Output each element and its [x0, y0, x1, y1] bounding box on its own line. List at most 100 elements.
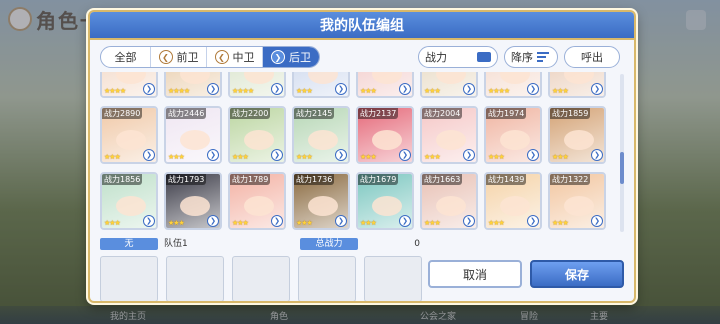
star-rating: ★★★ [296, 219, 313, 227]
tab-middle[interactable]: ❮ 中卫 [207, 47, 263, 67]
sort-dropdown[interactable]: 战力 [418, 46, 498, 68]
character-power: 战力1859 [550, 108, 591, 119]
position-back-icon: ❯ [271, 83, 283, 95]
team-edit-dialog: 我的队伍编组 全部 ❮ 前卫 ❮ 中卫 ❯ 后卫 战力 降序 呼出 ★★★★ ❯… [88, 10, 636, 303]
character-card[interactable]: 战力2137 ★★★ ❯ [356, 106, 414, 164]
grid-scrollbar[interactable] [620, 74, 624, 232]
star-rating: ★★★ [360, 87, 377, 95]
team-slot[interactable] [364, 256, 422, 301]
position-back-icon: ❯ [463, 149, 475, 161]
position-back-icon: ❯ [399, 83, 411, 95]
character-power: 战力1736 [294, 174, 335, 185]
position-front-icon: ❮ [158, 50, 173, 64]
star-rating: ★★★★ [232, 87, 254, 95]
star-rating: ★★★ [296, 153, 313, 161]
total-power-value: 0 [414, 239, 420, 249]
star-rating: ★★★ [424, 87, 441, 95]
character-power: 战力1789 [230, 174, 271, 185]
character-grid: ★★★★ ❯ ★★★★ ❯ ★★★★ ❯ ★★★ ❯ ★★★ ❯ ★★★ ❯ ★★★★ ❯ ★★★ ❯ 战力28… [100, 72, 606, 230]
total-power-label: 总战力 [300, 238, 358, 250]
character-power: 战力2890 [102, 108, 143, 119]
position-back-icon: ❯ [399, 149, 411, 161]
star-rating: ★★★ [168, 219, 185, 227]
team-slot[interactable] [232, 256, 290, 301]
character-card[interactable]: 战力2890 ★★★ ❯ [100, 106, 158, 164]
character-card[interactable]: 战力2145 ★★★ ❯ [292, 106, 350, 164]
star-rating: ★★★ [424, 153, 441, 161]
cancel-button[interactable]: 取消 [428, 260, 522, 288]
character-power: 战力2137 [358, 108, 399, 119]
position-back-icon: ❯ [591, 149, 603, 161]
sort-order-icon [537, 52, 549, 62]
star-rating: ★★★ [424, 219, 441, 227]
character-power: 战力2145 [294, 108, 335, 119]
character-card[interactable]: ★★★★ ❯ [484, 72, 542, 98]
character-card[interactable]: 战力1736 ★★★ ❯ [292, 172, 350, 230]
star-rating: ★★★ [360, 219, 377, 227]
character-card[interactable]: ★★★★ ❯ [164, 72, 222, 98]
character-card[interactable]: 战力1859 ★★★ ❯ [548, 106, 606, 164]
star-rating: ★★★ [552, 219, 569, 227]
character-card[interactable]: ★★★ ❯ [292, 72, 350, 98]
position-back-icon: ❯ [463, 83, 475, 95]
character-card[interactable]: 战力2200 ★★★ ❯ [228, 106, 286, 164]
star-rating: ★★★ [104, 219, 121, 227]
character-power: 战力1439 [486, 174, 527, 185]
order-toggle[interactable]: 降序 [504, 46, 558, 68]
star-rating: ★★★ [168, 153, 185, 161]
position-back-icon: ❯ [271, 215, 283, 227]
character-power: 战力1793 [166, 174, 207, 185]
save-button[interactable]: 保存 [530, 260, 624, 288]
tab-all-label: 全部 [114, 51, 137, 64]
position-back-icon: ❯ [271, 149, 283, 161]
character-power: 战力2004 [422, 108, 463, 119]
character-card[interactable]: 战力1663 ★★★ ❯ [420, 172, 478, 230]
position-back-icon: ❯ [527, 83, 539, 95]
tab-all[interactable]: 全部 [101, 47, 151, 67]
tab-front[interactable]: ❮ 前卫 [151, 47, 207, 67]
character-card[interactable]: 战力2446 ★★★ ❯ [164, 106, 222, 164]
character-grid-viewport: ★★★★ ❯ ★★★★ ❯ ★★★★ ❯ ★★★ ❯ ★★★ ❯ ★★★ ❯ ★★★★ ❯ ★★★ ❯ 战力28… [100, 72, 620, 234]
character-card[interactable]: ★★★★ ❯ [228, 72, 286, 98]
character-card[interactable]: 战力1439 ★★★ ❯ [484, 172, 542, 230]
position-back-icon: ❯ [591, 83, 603, 95]
call-button[interactable]: 呼出 [564, 46, 620, 68]
team-slot[interactable] [298, 256, 356, 301]
team-slot[interactable] [100, 256, 158, 301]
team-slot-tag: 无 [100, 238, 158, 250]
character-card[interactable]: 战力1679 ★★★ ❯ [356, 172, 414, 230]
position-back-icon: ❯ [527, 149, 539, 161]
position-back-icon: ❯ [463, 215, 475, 227]
character-card[interactable]: 战力1856 ★★★ ❯ [100, 172, 158, 230]
scrollbar-thumb[interactable] [620, 152, 624, 184]
position-back-icon: ❯ [335, 83, 347, 95]
star-rating: ★★★ [552, 153, 569, 161]
character-card[interactable]: ★★★★ ❯ [100, 72, 158, 98]
character-card[interactable]: ★★★ ❯ [548, 72, 606, 98]
character-power: 战力1974 [486, 108, 527, 119]
position-back-icon: ❯ [207, 215, 219, 227]
character-power: 战力1663 [422, 174, 463, 185]
star-rating: ★★★ [296, 87, 313, 95]
position-back-icon: ❯ [591, 215, 603, 227]
position-back-icon: ❯ [143, 215, 155, 227]
position-back-icon: ❯ [527, 215, 539, 227]
star-rating: ★★★ [552, 87, 569, 95]
position-back-icon: ❯ [335, 215, 347, 227]
team-info-bar: 无 队伍1 总战力 0 [100, 238, 420, 250]
star-rating: ★★★ [488, 153, 505, 161]
toolbar: 全部 ❮ 前卫 ❮ 中卫 ❯ 后卫 战力 降序 呼出 [100, 46, 624, 68]
star-rating: ★★★★ [168, 87, 190, 95]
team-name: 队伍1 [164, 239, 188, 249]
character-card[interactable]: 战力1793 ★★★ ❯ [164, 172, 222, 230]
character-card[interactable]: 战力1974 ★★★ ❯ [484, 106, 542, 164]
character-card[interactable]: ★★★ ❯ [356, 72, 414, 98]
team-slot[interactable] [166, 256, 224, 301]
star-rating: ★★★★ [488, 87, 510, 95]
character-card[interactable]: 战力2004 ★★★ ❯ [420, 106, 478, 164]
tab-back[interactable]: ❯ 后卫 [263, 47, 319, 67]
position-back-icon: ❯ [335, 149, 347, 161]
character-card[interactable]: ★★★ ❯ [420, 72, 478, 98]
character-card[interactable]: 战力1322 ★★★ ❯ [548, 172, 606, 230]
character-card[interactable]: 战力1789 ★★★ ❯ [228, 172, 286, 230]
